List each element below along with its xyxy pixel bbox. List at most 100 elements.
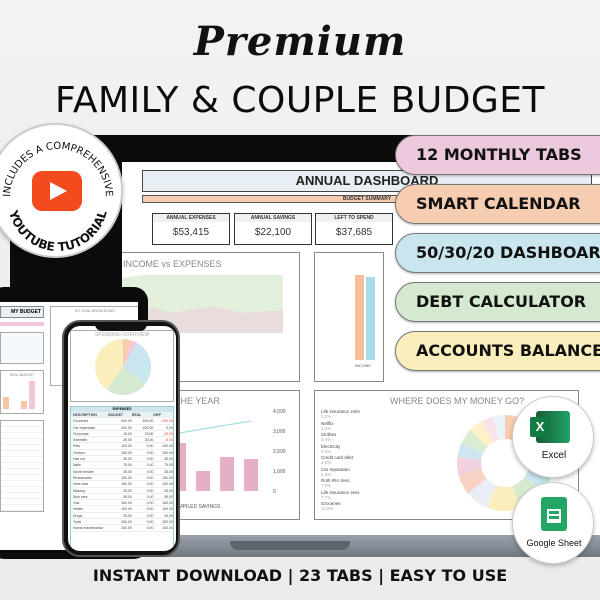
table-cell: 0.00 bbox=[146, 501, 154, 506]
feature-tab: 50/30/20 DASHBOARD bbox=[395, 233, 600, 273]
google-sheets-badge: Google Sheet bbox=[512, 482, 594, 564]
table-cell: 150.00 bbox=[121, 475, 132, 480]
bar-income bbox=[355, 275, 364, 360]
savings-bar bbox=[196, 471, 210, 491]
feature-tab: ACCOUNTS BALANCE bbox=[395, 331, 600, 371]
sheet-grid-glyph bbox=[547, 509, 561, 523]
label-percent: 4.0% bbox=[321, 460, 332, 465]
table-cell: 400.00 bbox=[121, 425, 132, 430]
donut-label: Groceries 10.8% bbox=[321, 501, 360, 513]
col-header: DIFF bbox=[153, 413, 162, 417]
label-percent: 3.4% bbox=[321, 437, 332, 442]
tablet-calendar-list bbox=[0, 420, 44, 512]
table-cell: 0.00 bbox=[146, 494, 154, 499]
table-cell: 100.00 bbox=[121, 507, 132, 512]
kpi-value: $22,100 bbox=[254, 227, 292, 238]
table-cell: 25.00 bbox=[164, 488, 173, 493]
table-cell: -5.00 bbox=[165, 438, 173, 443]
y-tick-label: 2,000 bbox=[273, 449, 286, 455]
table-cell: Movie theater bbox=[73, 469, 95, 474]
donut-label: Car reparation 6.8% bbox=[321, 467, 360, 479]
feature-tab: DEBT CALCULATOR bbox=[395, 282, 600, 322]
table-cell: Groceries bbox=[73, 419, 89, 424]
play-icon bbox=[50, 182, 67, 200]
table-cell: 15.00 bbox=[123, 431, 132, 436]
y-tick-label: 4,000 bbox=[273, 409, 286, 415]
feature-tab: 12 MONTHLY TABS bbox=[395, 135, 600, 175]
table-cell: Makeup bbox=[73, 488, 86, 493]
table-cell: 0.00 bbox=[146, 469, 154, 474]
table-cell: 75.00 bbox=[123, 463, 132, 468]
table-cell: Sweeties bbox=[73, 438, 88, 443]
table-cell: Health bbox=[73, 507, 84, 512]
kpi-label: ANNUAL EXPENSES bbox=[153, 214, 229, 222]
table-cell: 0.00 bbox=[146, 513, 154, 518]
table-cell: 160.00 bbox=[162, 501, 173, 506]
table-cell: -10.00 bbox=[163, 431, 173, 436]
youtube-logo-icon bbox=[32, 171, 82, 211]
kpi-value: $37,685 bbox=[335, 227, 373, 238]
table-cell: 25.00 bbox=[123, 513, 132, 518]
table-cell: 0.00 bbox=[146, 463, 154, 468]
donut-label: Roth IRA Jess 7.0% bbox=[321, 478, 360, 490]
table-cell: 100.00 bbox=[162, 444, 173, 449]
table-cell: 0.00 bbox=[146, 526, 154, 531]
income-bar-chart bbox=[355, 275, 375, 360]
table-cell: 35.00 bbox=[164, 469, 173, 474]
bar bbox=[3, 397, 9, 409]
table-cell: 30.00 bbox=[144, 438, 154, 443]
table-cell: 150.00 bbox=[162, 475, 173, 480]
table-cell: 0.00 bbox=[146, 488, 154, 493]
excel-label: Excel bbox=[541, 450, 567, 461]
label-percent: 7.0% bbox=[321, 483, 332, 488]
table-cell: 0.00 bbox=[146, 450, 154, 455]
google-sheets-label: Google Sheet bbox=[526, 538, 582, 548]
youtube-tutorial-badge: INCLUDES A COMPREHENSIVE YOUTUBE TUTORIA… bbox=[0, 123, 123, 258]
table-cell: 75.00 bbox=[164, 463, 173, 468]
table-cell: 25.00 bbox=[164, 513, 173, 518]
tablet-budget-title: MY BUDGET bbox=[0, 306, 44, 318]
table-cell: 150.00 bbox=[162, 450, 173, 455]
table-cell: 0.00 bbox=[146, 520, 154, 525]
y-tick-label: 0 bbox=[273, 489, 276, 495]
table-cell: 150.00 bbox=[121, 482, 132, 487]
table-cell: 35.00 bbox=[123, 494, 132, 499]
table-cell: -200.00 bbox=[161, 419, 173, 424]
laptop-notch bbox=[230, 541, 350, 550]
table-cell: 400.00 bbox=[142, 425, 154, 430]
donut-label: Credit card debt 4.0% bbox=[321, 455, 360, 467]
y-tick-label: 1,000 bbox=[273, 469, 286, 475]
table-cell: 100.00 bbox=[121, 526, 132, 531]
table-cell: Pets bbox=[73, 444, 81, 449]
expenses-table: EXPENSES DESCRIPTION BUDGET REAL DIFF Gr… bbox=[70, 406, 174, 551]
panel-title: THE YEAR bbox=[175, 396, 220, 406]
kpi-label: ANNUAL SAVINGS bbox=[235, 214, 311, 222]
table-empty-space bbox=[71, 532, 173, 551]
label-name: Life insurance Jess bbox=[321, 489, 360, 495]
table-cell: Uber eats bbox=[73, 482, 89, 487]
table-cell: 100.00 bbox=[162, 526, 173, 531]
donut-label: Clothes 3.4% bbox=[321, 432, 360, 444]
table-cell: 300.00 bbox=[162, 520, 173, 525]
svg-text:YOUTUBE TUTORIAL: YOUTUBE TUTORIAL bbox=[6, 208, 110, 254]
kpi-label: LEFT TO SPEND bbox=[316, 214, 392, 222]
table-cell: 0.00 bbox=[146, 457, 154, 462]
table-cell: Tools bbox=[73, 520, 82, 525]
table-cell: 0.00 bbox=[146, 482, 154, 487]
label-percent: 2.2% bbox=[321, 425, 332, 431]
table-cell: 25.00 bbox=[144, 431, 154, 436]
table-cell: 0.00 bbox=[146, 475, 154, 480]
table-cell: Nails bbox=[73, 463, 81, 468]
table-cell: Gas bbox=[73, 501, 80, 506]
table-cell: Car reparation bbox=[73, 425, 96, 430]
table-cell: Restaurants bbox=[73, 475, 92, 480]
phone-notch bbox=[95, 322, 147, 331]
premium-script-heading: Premium bbox=[193, 18, 407, 65]
kpi-value: $53,415 bbox=[172, 227, 210, 238]
panel-title: MY GOAL BREAKDOWN bbox=[75, 309, 115, 313]
category-label: INCOME bbox=[355, 363, 371, 368]
donut-label: Life insurance John 2.2% bbox=[321, 409, 360, 421]
table-body: Groceries 400.00 600.00 -200.00 Car reparati… bbox=[71, 418, 173, 532]
google-sheets-icon bbox=[541, 497, 567, 531]
kpi-annual-expenses: ANNUAL EXPENSES $53,415 bbox=[152, 213, 230, 245]
